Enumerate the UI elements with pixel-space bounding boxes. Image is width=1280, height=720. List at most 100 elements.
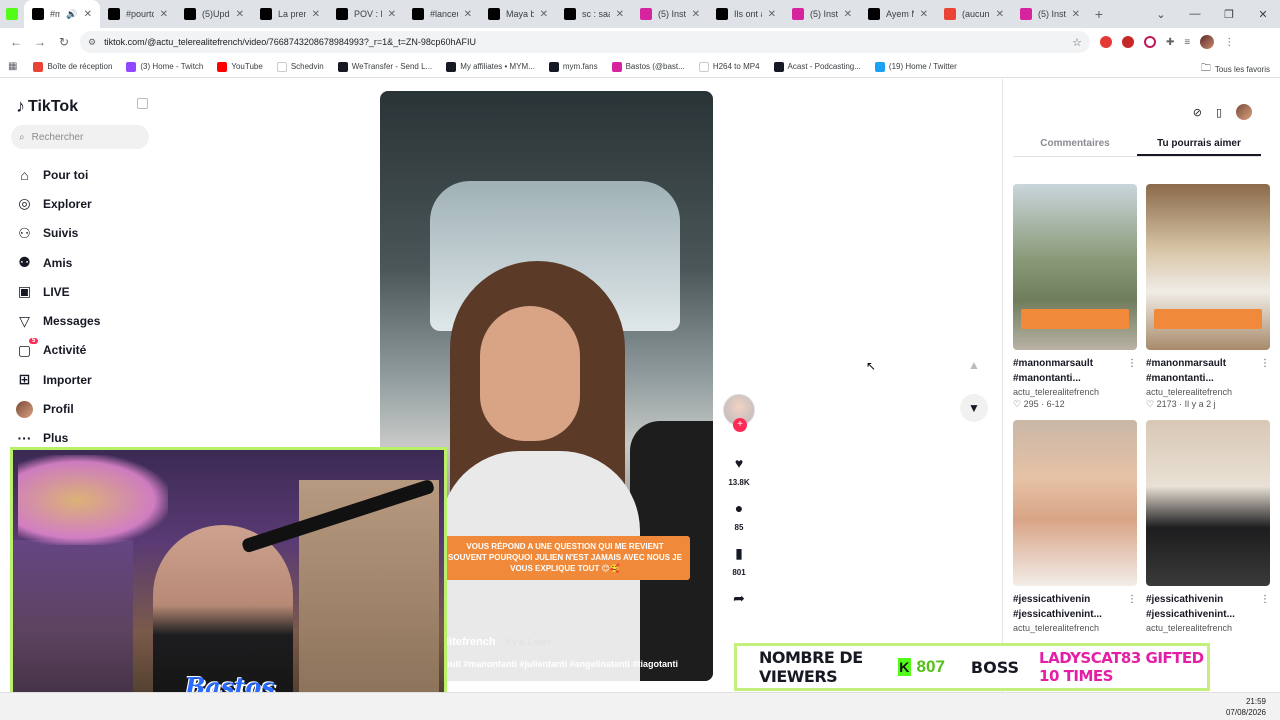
browser-tab[interactable]: Ils ont a ✕ — [708, 0, 784, 28]
sidebar-item-messages[interactable]: ▽ Messages — [16, 306, 100, 335]
close-tab-icon[interactable]: ✕ — [768, 9, 776, 20]
suggested-video-thumbnail[interactable] — [1146, 184, 1270, 350]
browser-tab[interactable]: (5)Upda ✕ — [176, 0, 252, 28]
browser-tab[interactable]: #ma 🔊 ✕ — [24, 0, 100, 28]
sidebar-item-profil[interactable]: Profil — [16, 394, 100, 423]
close-tab-icon[interactable]: ✕ — [920, 9, 928, 20]
video-author[interactable]: alitefrench · Il y a 1 sem — [440, 636, 551, 648]
creator-avatar[interactable]: + — [723, 394, 755, 432]
bookmark-item[interactable]: (3) Home - Twitch — [126, 61, 203, 72]
minimize-icon[interactable]: — — [1178, 0, 1212, 28]
reload-icon[interactable]: ↻ — [52, 35, 76, 49]
restore-icon[interactable]: ❐ — [1212, 0, 1246, 28]
bookmark-item[interactable]: YouTube — [217, 61, 263, 72]
video-author-name[interactable]: alitefrench — [440, 636, 496, 648]
user-avatar[interactable] — [1236, 104, 1252, 120]
comment-bubble-icon[interactable]: ● — [726, 495, 752, 521]
coin-icon[interactable]: ⊘ — [1193, 106, 1202, 119]
bookmark-item[interactable]: (19) Home / Twitter — [874, 61, 957, 72]
all-bookmarks[interactable]: 🗀 Tous les favoris — [1201, 61, 1270, 78]
tab-search-chevron-icon[interactable]: ⌄ — [1144, 0, 1178, 28]
more-options-icon[interactable]: ⋮ — [1260, 356, 1270, 386]
system-clock[interactable]: 21:59 07/08/2026 — [1226, 696, 1266, 718]
suggested-video-card[interactable]: #jessicathivenin #jessicathivenint... ⋮ ac… — [1146, 420, 1270, 633]
sidebar-item-explorer[interactable]: ◎ Explorer — [16, 189, 100, 218]
suggested-video-card[interactable]: #manonmarsault #manontanti... ⋮ actu_teler… — [1146, 184, 1270, 410]
apps-grid-icon[interactable]: ▦ — [8, 61, 17, 72]
browser-tab[interactable]: La prem ✕ — [252, 0, 328, 28]
browser-tab[interactable]: POV : Le ✕ — [328, 0, 404, 28]
close-tab-icon[interactable]: ✕ — [388, 9, 396, 20]
sidebar-item-activit[interactable]: ▢ 5 Activité — [16, 336, 100, 365]
browser-tab[interactable] — [0, 0, 24, 28]
browser-tab[interactable]: (5) Insta ✕ — [784, 0, 860, 28]
browser-tab[interactable]: sc : saal ✕ — [556, 0, 632, 28]
tiktok-logo[interactable]: ♪ TikTok — [16, 96, 78, 117]
suggested-video-title[interactable]: #jessicathivenin #jessicathivenint... — [1146, 592, 1260, 622]
browser-tab[interactable]: (5) Insta ✕ — [1012, 0, 1088, 28]
collapse-sidebar-icon[interactable] — [137, 98, 148, 109]
suggested-video-title[interactable]: #jessicathivenin #jessicathivenint... — [1013, 592, 1127, 622]
like-heart-icon[interactable]: ♥ — [726, 450, 752, 476]
suggested-video-thumbnail[interactable] — [1013, 420, 1137, 586]
browser-menu-icon[interactable]: ⋮ — [1224, 37, 1234, 48]
video-hashtags[interactable]: sault #manontanti #julientanti #angelina… — [440, 659, 678, 669]
close-tab-icon[interactable]: ✕ — [844, 9, 852, 20]
more-options-icon[interactable]: ⋮ — [1260, 592, 1270, 622]
browser-tab[interactable]: (aucun ✕ — [936, 0, 1012, 28]
browser-tab[interactable]: Maya b ✕ — [480, 0, 556, 28]
bookmark-star-icon[interactable]: ☆ — [1072, 36, 1082, 49]
suggested-video-author[interactable]: actu_telerealitefrench — [1013, 623, 1137, 633]
suggested-video-thumbnail[interactable] — [1146, 420, 1270, 586]
extension-block-icon[interactable] — [1144, 36, 1156, 48]
bookmark-item[interactable]: H264 to MP4 — [698, 61, 760, 72]
next-video-chevron-down-icon[interactable]: ▼ — [960, 394, 988, 422]
suggested-video-author[interactable]: actu_telerealitefrench — [1146, 387, 1270, 397]
phone-app-icon[interactable]: ▯ — [1216, 106, 1222, 119]
extensions-puzzle-icon[interactable]: ✚ — [1166, 37, 1174, 48]
extension-red-icon[interactable] — [1122, 36, 1134, 48]
browser-tab[interactable]: Ayem N ✕ — [860, 0, 936, 28]
previous-video-chevron-up-icon[interactable]: ▲ — [960, 351, 988, 379]
close-window-icon[interactable]: ✕ — [1246, 0, 1280, 28]
suggested-video-author[interactable]: actu_telerealitefrench — [1013, 387, 1137, 397]
search-input[interactable]: ⌕ Rechercher — [11, 125, 149, 149]
suggested-video-card[interactable]: #jessicathivenin #jessicathivenint... ⋮ ac… — [1013, 420, 1137, 633]
sidebar-item-pourtoi[interactable]: ⌂ Pour toi — [16, 160, 100, 189]
suggested-video-card[interactable]: #manonmarsault #manontanti... ⋮ actu_teler… — [1013, 184, 1137, 410]
site-info-icon[interactable]: ⚙ — [88, 37, 96, 48]
extension-adblock-icon[interactable] — [1100, 36, 1112, 48]
sidebar-item-live[interactable]: ▣ LIVE — [16, 277, 100, 306]
bookmark-item[interactable]: My affiliates • MYM... — [446, 61, 535, 72]
close-tab-icon[interactable]: ✕ — [160, 9, 168, 20]
bookmark-item[interactable]: WeTransfer - Send L... — [337, 61, 432, 72]
more-options-icon[interactable]: ⋮ — [1127, 592, 1137, 622]
media-controls-icon[interactable]: ≡ — [1184, 37, 1190, 48]
close-tab-icon[interactable]: ✕ — [1072, 9, 1080, 20]
speaker-icon[interactable]: 🔊 — [66, 9, 77, 20]
close-tab-icon[interactable]: ✕ — [540, 9, 548, 20]
address-bar[interactable]: ⚙ tiktok.com/@actu_telerealitefrench/vid… — [80, 31, 1090, 53]
bookmark-item[interactable]: Schedvin — [276, 61, 324, 72]
bookmark-save-icon[interactable]: ▮ — [726, 540, 752, 566]
bookmark-item[interactable]: Bastos (@bast... — [611, 61, 685, 72]
suggested-video-title[interactable]: #manonmarsault #manontanti... — [1146, 356, 1260, 386]
suggested-video-author[interactable]: actu_telerealitefrench — [1146, 623, 1270, 633]
sidebar-item-suivis[interactable]: ⚇ Suivis — [16, 219, 100, 248]
forward-icon[interactable]: → — [28, 35, 52, 49]
sidebar-item-amis[interactable]: ⚉ Amis — [16, 248, 100, 277]
close-tab-icon[interactable]: ✕ — [464, 9, 472, 20]
browser-profile-avatar[interactable] — [1200, 35, 1215, 49]
suggested-video-title[interactable]: #manonmarsault #manontanti... — [1013, 356, 1127, 386]
new-tab-button[interactable]: + — [1088, 6, 1110, 22]
close-tab-icon[interactable]: ✕ — [84, 9, 92, 20]
browser-tab[interactable]: (5) Insta ✕ — [632, 0, 708, 28]
sidebar-item-importer[interactable]: ⊞ Importer — [16, 365, 100, 394]
suggested-video-thumbnail[interactable] — [1013, 184, 1137, 350]
close-tab-icon[interactable]: ✕ — [312, 9, 320, 20]
tab-suggested[interactable]: Tu pourrais aimer — [1137, 131, 1261, 156]
back-icon[interactable]: ← — [4, 35, 28, 49]
tab-comments[interactable]: Commentaires — [1013, 131, 1137, 156]
url-text[interactable]: tiktok.com/@actu_telerealitefrench/video… — [104, 37, 476, 47]
more-options-icon[interactable]: ⋮ — [1127, 356, 1137, 386]
